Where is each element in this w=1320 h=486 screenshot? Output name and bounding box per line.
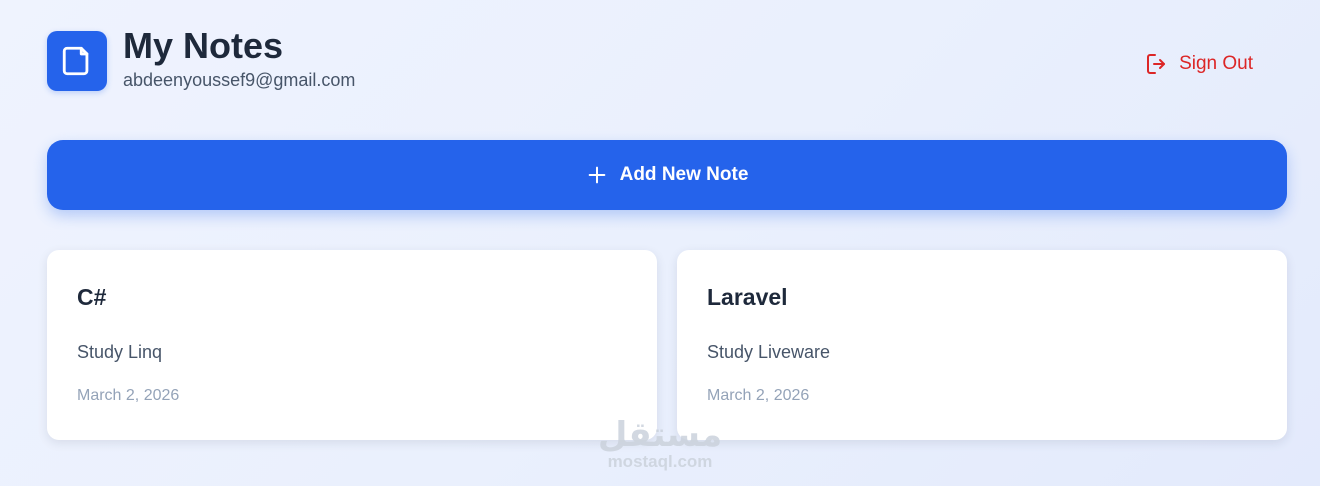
add-new-note-label: Add New Note xyxy=(619,164,749,185)
brand-text: My Notes abdeenyoussef9@gmail.com xyxy=(123,24,356,91)
note-body: Study Linq xyxy=(77,342,163,362)
plus-icon xyxy=(588,166,605,184)
watermark-site: mostaql.com xyxy=(607,452,713,471)
user-email: abdeenyoussef9@gmail.com xyxy=(123,69,356,90)
sign-out-button[interactable]: Sign Out xyxy=(1145,52,1253,76)
app-logo xyxy=(47,31,107,91)
page-title: My Notes xyxy=(123,24,284,66)
note-card[interactable]: Laravel Study Liveware March 2, 2026 xyxy=(677,250,1287,440)
sign-out-icon xyxy=(1147,54,1166,74)
note-date: March 2, 2026 xyxy=(77,387,180,404)
sign-out-label: Sign Out xyxy=(1179,53,1253,74)
note-title: C# xyxy=(77,284,107,310)
note-icon xyxy=(62,46,89,76)
watermark: مستقل mostaql.com xyxy=(596,418,724,472)
notes-grid: C# Study Linq March 2, 2026 Laravel Stud… xyxy=(47,250,1287,440)
app-header: My Notes abdeenyoussef9@gmail.com Sign O… xyxy=(47,25,1273,101)
note-title: Laravel xyxy=(707,284,788,310)
add-new-note-button[interactable]: Add New Note xyxy=(47,140,1287,210)
note-body: Study Liveware xyxy=(707,342,831,362)
note-card[interactable]: C# Study Linq March 2, 2026 xyxy=(47,250,657,440)
brand: My Notes abdeenyoussef9@gmail.com xyxy=(47,25,355,91)
watermark-arabic: مستقل xyxy=(597,415,723,455)
note-date: March 2, 2026 xyxy=(707,387,810,404)
